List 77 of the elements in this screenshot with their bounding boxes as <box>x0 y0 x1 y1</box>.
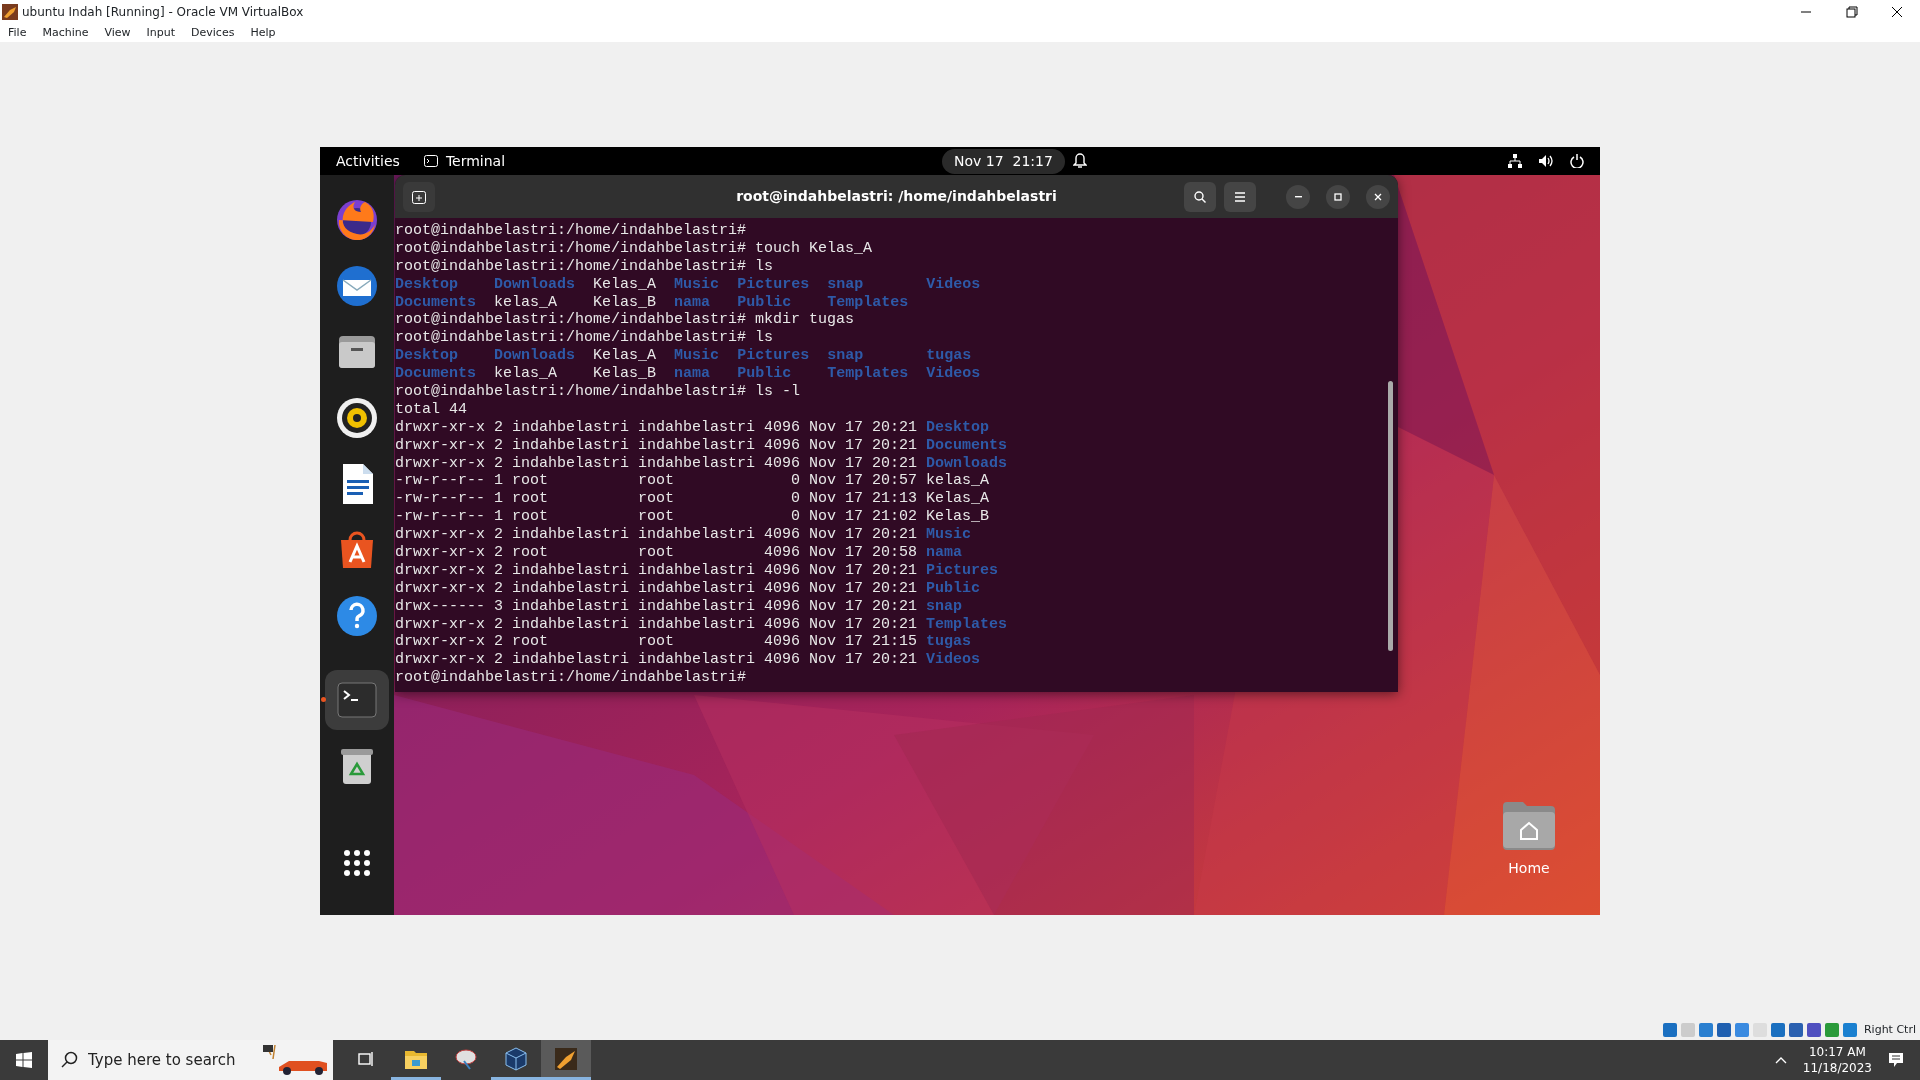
menu-item[interactable]: View <box>96 24 139 42</box>
terminal-line: drwxr-xr-x 2 root root 4096 Nov 17 20:58 nama <box>395 544 963 562</box>
taskbar-app[interactable] <box>541 1040 591 1080</box>
app-grid-icon <box>343 849 371 877</box>
menu-item[interactable]: Machine <box>34 24 97 42</box>
terminal-line: Desktop Downloads Kelas_A Music Pictures snap tugas <box>395 347 972 366</box>
menu-button[interactable] <box>1224 181 1256 212</box>
terminal-line: drwx------ 3 indahbelastri indahbelastri 4096 Nov 17 20:21 snap <box>395 597 963 616</box>
chevron-up-icon[interactable] <box>1774 1056 1787 1064</box>
close-button[interactable] <box>1366 184 1390 209</box>
terminal-line: drwxr-xr-x 2 root root 4096 Nov 17 21:15 tugas <box>395 633 972 652</box>
desktop-icon-label[interactable]: Home <box>1508 858 1550 879</box>
terminal-line: total 44 <box>395 400 467 419</box>
terminal-line: root@indahbelastri:/home/indahbelastri# ls <box>395 329 774 348</box>
terminal-line: drwxr-xr-x 2 indahbelastri indahbelastri 4096 Nov 17 20:21 Music <box>395 526 972 545</box>
terminal-line: -rw-r--r-- 1 root root 0 Nov 17 21:02 Kelas_B <box>395 508 990 527</box>
terminal-title: root@indahbelastri: /home/indahbelastri <box>736 187 1057 206</box>
power-icon <box>1570 154 1584 168</box>
terminal-line: root@indahbelastri:/home/indahbelastri# ls <box>395 257 774 276</box>
terminal-line: Documents kelas_A Kelas_B nama Public Templates Videos <box>395 365 981 383</box>
firefox-icon <box>335 198 379 242</box>
terminal-line: root@indahbelastri:/home/indahbelastri# mkdir tugas <box>395 311 855 330</box>
terminal-line: drwxr-xr-x 2 indahbelastri indahbelastri 4096 Nov 17 20:21 Desktop <box>395 418 990 437</box>
home-folder-icon[interactable] <box>1501 800 1557 850</box>
maximize-button[interactable] <box>1326 184 1350 209</box>
notification-icon[interactable] <box>1888 1052 1904 1068</box>
terminal-line: drwxr-xr-x 2 indahbelastri indahbelastri 4096 Nov 17 20:21 Videos <box>395 651 981 670</box>
terminal-line: drwxr-xr-x 2 indahbelastri indahbelastri 4096 Nov 17 20:21 Templates <box>395 615 1008 634</box>
activities-button[interactable]: Activities <box>336 150 400 172</box>
terminal-line: drwxr-xr-x 2 indahbelastri indahbelastri 4096 Nov 17 20:21 Downloads <box>395 454 1008 473</box>
running-indicator <box>321 697 326 702</box>
terminal-line: root@indahbelastri:/home/indahbelastri# ls -l <box>395 383 801 401</box>
clock-time[interactable]: 10:17 AM <box>1802 1044 1872 1060</box>
music-player-icon <box>335 396 379 440</box>
host-key-label: Right Ctrl <box>1863 1021 1916 1038</box>
terminal-line: root@indahbelastri:/home/indahbelastri# <box>395 669 747 688</box>
minimize-icon <box>1294 195 1302 198</box>
menu-item[interactable]: File <box>0 24 35 42</box>
menu-item[interactable]: Help <box>242 24 284 42</box>
virtualbox-icon <box>2 4 18 20</box>
search-button[interactable] <box>1184 181 1216 212</box>
terminal-line: Documents kelas_A Kelas_B nama Public Templates <box>395 293 909 312</box>
email-client-icon <box>335 264 379 308</box>
new-tab-button[interactable] <box>403 181 435 212</box>
search-icon <box>1194 190 1206 203</box>
search-icon <box>60 1051 78 1069</box>
terminal-line: drwxr-xr-x 2 indahbelastri indahbelastri 4096 Nov 17 20:21 Pictures <box>395 561 999 580</box>
terminal-line: root@indahbelastri:/home/indahbelastri# <box>395 222 747 240</box>
search-field[interactable]: Type here to search <box>48 1040 333 1080</box>
network-icon <box>1508 154 1522 168</box>
maximize-icon <box>1332 190 1344 203</box>
date-time[interactable]: Nov 17 21:17 <box>942 148 1065 174</box>
terminal-line: -rw-r--r-- 1 root root 0 Nov 17 20:57 kelas_A <box>395 472 990 491</box>
windows-logo-icon <box>16 1052 32 1068</box>
window-title: ubuntu Indah [Running] - Oracle VM VirtualBox <box>22 4 304 21</box>
terminal-line: drwxr-xr-x 2 indahbelastri indahbelastri 4096 Nov 17 20:21 Documents <box>395 436 1008 455</box>
vm-window-icon <box>554 1046 578 1071</box>
task-view-icon <box>357 1050 375 1067</box>
cube-icon <box>504 1046 528 1071</box>
scrollbar-thumb[interactable] <box>1388 381 1393 651</box>
app-menu-label[interactable]: Terminal <box>445 150 506 172</box>
terminal-line: -rw-r--r-- 1 root root 0 Nov 17 21:13 Kelas_A <box>395 490 990 509</box>
close-icon <box>1889 6 1905 18</box>
help-icon <box>335 594 379 638</box>
terminal-line: Desktop Downloads Kelas_A Music Pictures snap Videos <box>395 275 981 294</box>
terminal-line: root@indahbelastri:/home/indahbelastri# touch Kelas_A <box>395 239 873 258</box>
terminal-line: drwxr-xr-x 2 indahbelastri indahbelastri 4096 Nov 17 20:21 Public <box>395 579 981 598</box>
restore-icon <box>1843 6 1859 18</box>
menu-item[interactable]: Devices <box>183 24 243 42</box>
minimize-button[interactable] <box>1286 184 1310 209</box>
volume-icon <box>1538 154 1554 168</box>
menu-icon <box>1234 190 1246 203</box>
menu-item[interactable]: Input <box>138 24 184 42</box>
bell-icon <box>1072 153 1087 169</box>
terminal-icon <box>423 155 438 167</box>
clock-date[interactable]: 11/18/2023 <box>1802 1060 1872 1076</box>
new-tab-icon <box>412 189 426 204</box>
